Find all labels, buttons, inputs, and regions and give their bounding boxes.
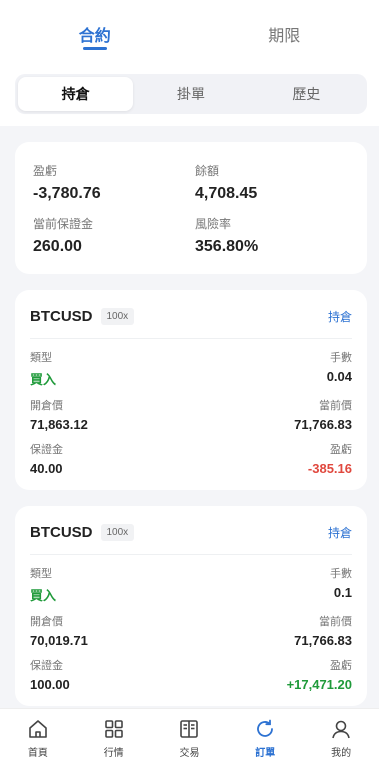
nav-market-label: 行情 <box>103 748 124 759</box>
divider <box>30 338 352 339</box>
user-icon <box>329 717 353 741</box>
current-price-value: 71,766.83 <box>294 633 352 648</box>
summary-balance-value: 4,708.45 <box>195 185 258 202</box>
position-status-link[interactable]: 持倉 <box>328 524 352 541</box>
open-price-label: 開倉價 <box>30 400 63 412</box>
divider <box>30 554 352 555</box>
summary-balance-label: 餘額 <box>195 164 220 178</box>
nav-trade[interactable]: 交易 <box>152 709 228 766</box>
type-label: 類型 <box>30 568 52 580</box>
grid-icon <box>102 717 126 741</box>
open-price-value: 71,863.12 <box>30 417 88 432</box>
nav-profile-label: 我的 <box>331 748 352 759</box>
account-summary-card: 盈虧 -3,780.76 餘額 4,708.45 當前保證金 260.00 風險… <box>15 142 367 274</box>
summary-margin-value: 260.00 <box>33 238 82 255</box>
open-price-label: 開倉價 <box>30 616 63 628</box>
nav-market[interactable]: 行情 <box>76 709 152 766</box>
nav-profile[interactable]: 我的 <box>303 709 379 766</box>
pnl-value: +17,471.20 <box>286 677 352 692</box>
open-price-value: 70,019.71 <box>30 633 88 648</box>
header: 合約 期限 持倉 掛單 歷史 <box>0 0 379 126</box>
position-status-link[interactable]: 持倉 <box>328 308 352 325</box>
nav-home[interactable]: 首頁 <box>0 709 76 766</box>
segment-pending-orders[interactable]: 掛單 <box>133 77 248 111</box>
leverage-badge: 100x <box>100 523 135 541</box>
summary-balance: 餘額 4,708.45 <box>195 162 349 203</box>
pnl-value: -385.16 <box>307 461 352 476</box>
summary-risk-label: 風險率 <box>195 217 232 231</box>
nav-orders-label: 訂單 <box>255 748 276 759</box>
refresh-icon <box>253 717 277 741</box>
segment-positions[interactable]: 持倉 <box>18 77 134 111</box>
home-icon <box>26 717 50 741</box>
tab-futures[interactable]: 期限 <box>190 0 379 62</box>
summary-pnl-value: -3,780.76 <box>33 185 101 202</box>
pnl-label: 盈虧 <box>330 444 352 456</box>
position-symbol: BTCUSD <box>30 307 93 325</box>
segment-history[interactable]: 歷史 <box>249 77 364 111</box>
current-price-label: 當前價 <box>319 616 352 628</box>
type-value: 買入 <box>30 372 57 387</box>
pnl-label: 盈虧 <box>330 660 352 672</box>
lots-value: 0.04 <box>326 369 352 384</box>
margin-value: 40.00 <box>30 461 63 476</box>
position-card[interactable]: BTCUSD 100x 持倉 類型 買入 手數 0.1 開倉價 70,019.7… <box>15 506 367 706</box>
lots-value: 0.1 <box>333 585 352 600</box>
current-price-label: 當前價 <box>319 400 352 412</box>
lots-label: 手數 <box>330 568 352 580</box>
tab-contract[interactable]: 合約 <box>0 0 190 62</box>
lots-label: 手數 <box>330 352 352 364</box>
type-label: 類型 <box>30 352 52 364</box>
margin-label: 保證金 <box>30 444 63 456</box>
current-price-value: 71,766.83 <box>294 417 352 432</box>
summary-pnl: 盈虧 -3,780.76 <box>33 162 187 203</box>
margin-value: 100.00 <box>30 677 70 692</box>
summary-margin: 當前保證金 260.00 <box>33 215 187 256</box>
summary-pnl-label: 盈虧 <box>33 164 58 178</box>
nav-home-label: 首頁 <box>27 748 48 759</box>
bottom-nav: 首頁 行情 交易 訂單 我的 <box>0 708 379 766</box>
nav-orders[interactable]: 訂單 <box>227 709 303 766</box>
position-card[interactable]: BTCUSD 100x 持倉 類型 買入 手數 0.04 開倉價 71,863.… <box>15 290 367 490</box>
summary-risk: 風險率 356.80% <box>195 215 349 256</box>
summary-margin-label: 當前保證金 <box>33 217 94 231</box>
type-value: 買入 <box>30 588 57 603</box>
nav-trade-label: 交易 <box>179 748 200 759</box>
book-icon <box>177 717 201 741</box>
leverage-badge: 100x <box>100 307 135 325</box>
main-tabs: 合約 期限 <box>0 0 379 62</box>
margin-label: 保證金 <box>30 660 63 672</box>
position-symbol: BTCUSD <box>30 523 93 541</box>
segment-control: 持倉 掛單 歷史 <box>15 74 367 114</box>
summary-risk-value: 356.80% <box>195 238 259 255</box>
